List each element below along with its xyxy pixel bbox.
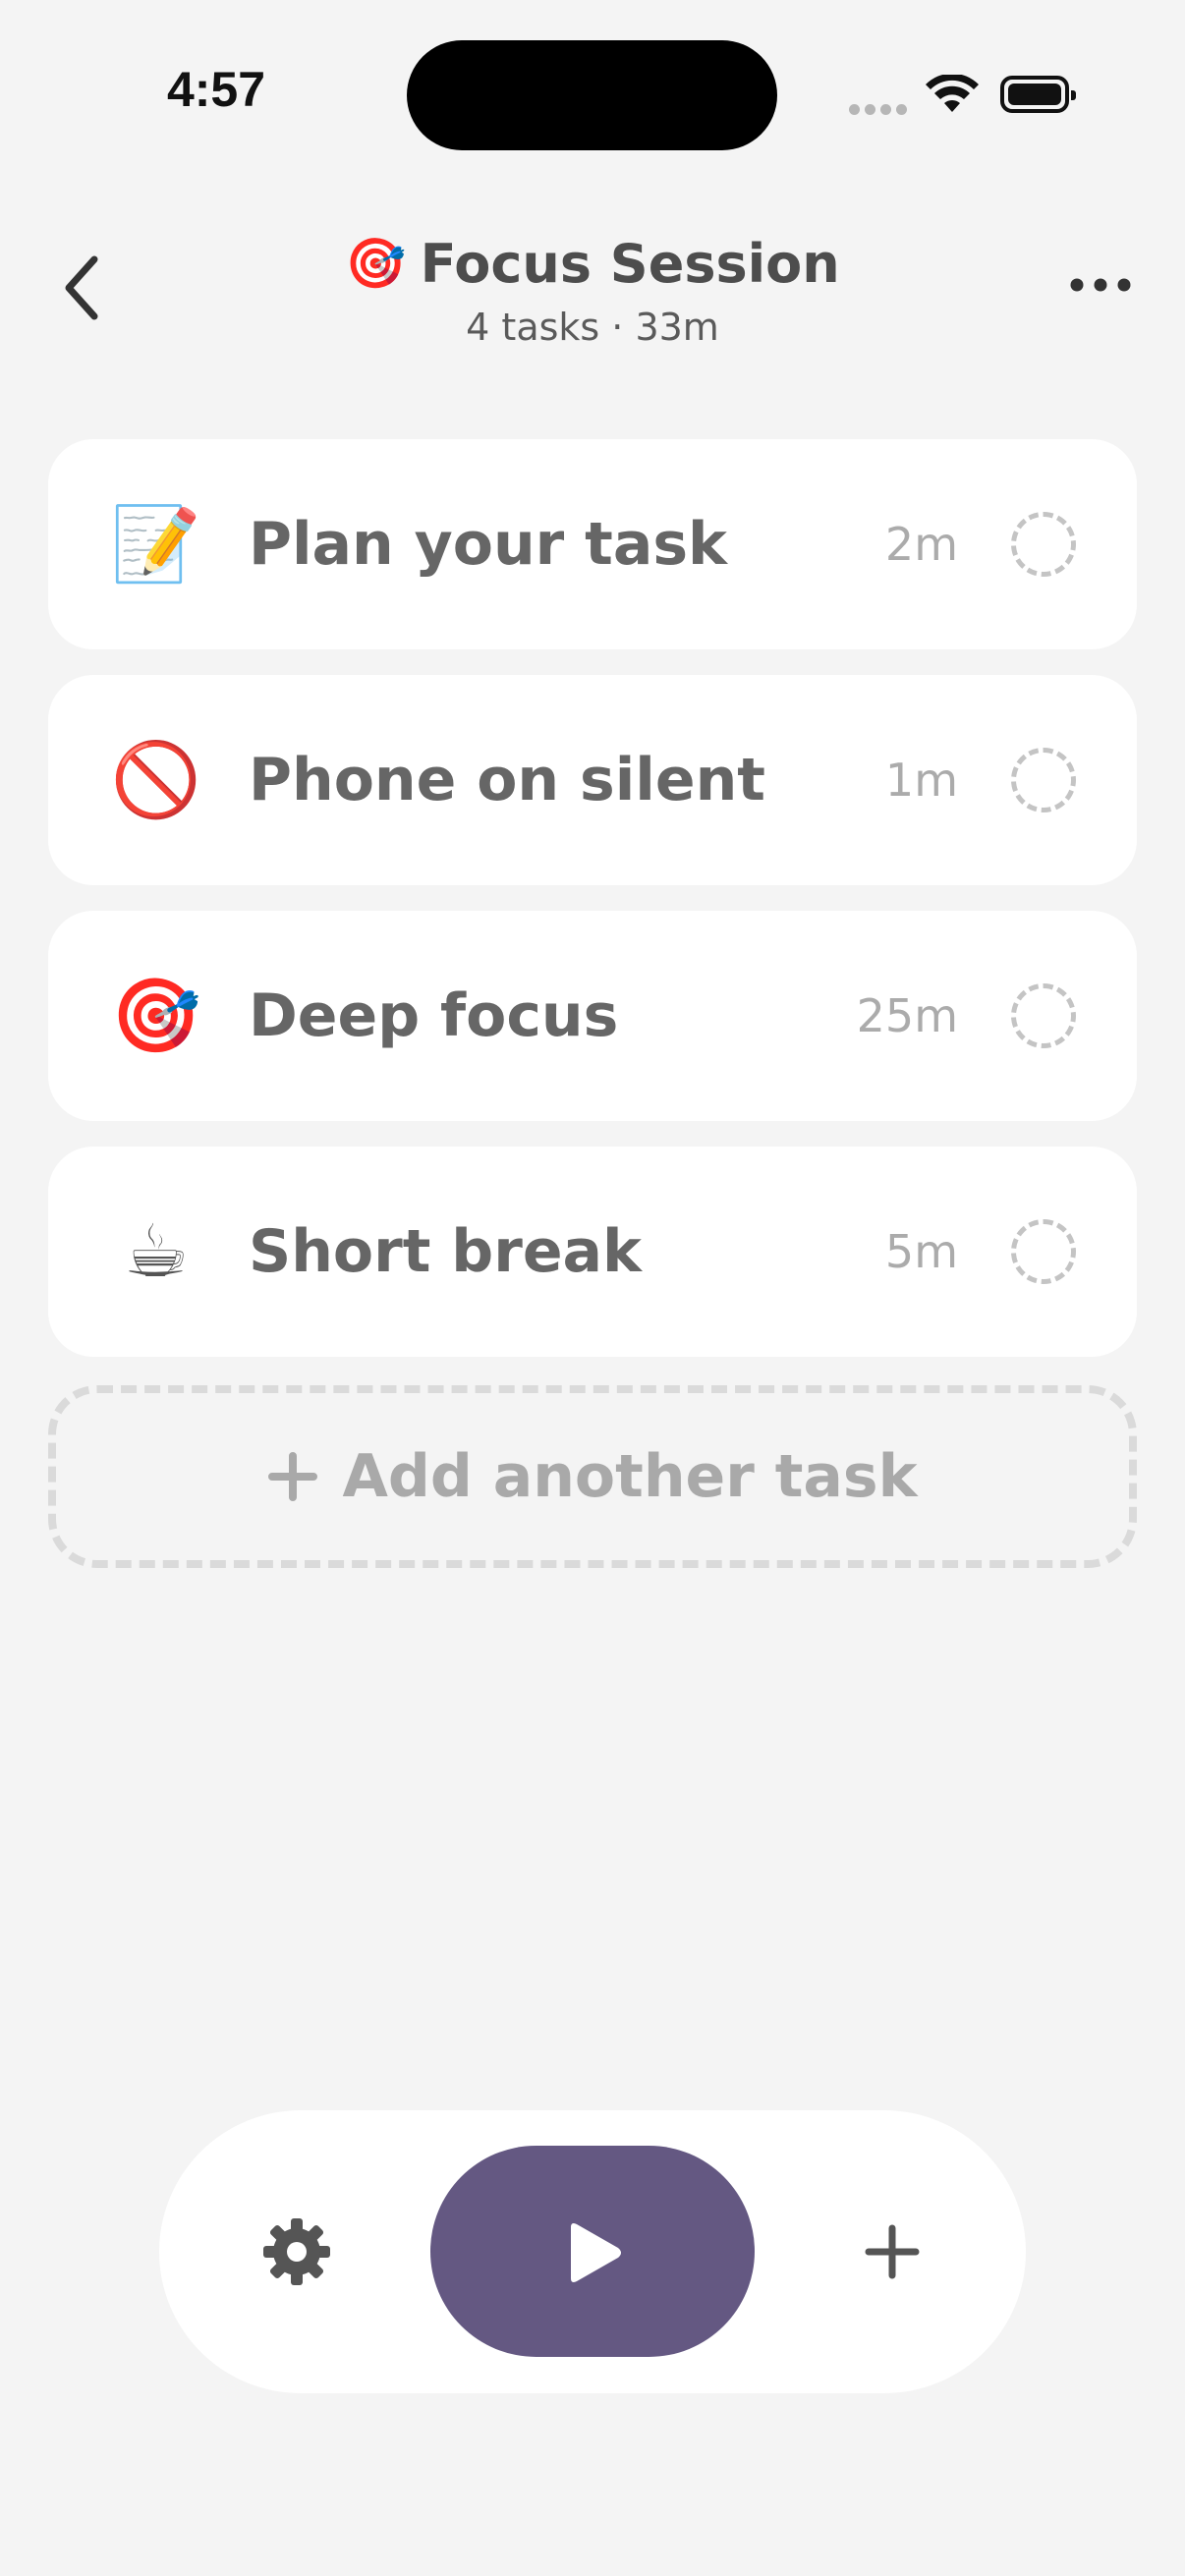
task-duration: 2m: [884, 518, 958, 571]
start-session-button[interactable]: [430, 2146, 755, 2357]
header-title: 🎯 Focus Session: [0, 224, 1185, 303]
ellipsis-icon: [1070, 278, 1131, 292]
task-checkbox[interactable]: [1011, 983, 1076, 1048]
coffee-icon: ☕: [123, 1209, 190, 1294]
task-name: Short break: [249, 1217, 642, 1286]
add-another-task-button[interactable]: Add another task: [48, 1385, 1137, 1568]
prohibited-icon: 🚫: [110, 737, 202, 822]
task-name: Deep focus: [249, 981, 619, 1050]
target-icon: 🎯: [110, 973, 202, 1058]
task-card-phone-on-silent[interactable]: 🚫 Phone on silent 1m: [48, 675, 1137, 885]
settings-button[interactable]: [261, 2216, 332, 2287]
status-time: 4:57: [166, 62, 266, 117]
task-duration: 1m: [884, 754, 958, 807]
task-duration: 25m: [856, 989, 958, 1042]
wifi-icon: [926, 75, 979, 112]
task-checkbox[interactable]: [1011, 512, 1076, 577]
memo-icon: 📝: [110, 501, 202, 587]
page-subtitle: 4 tasks · 33m: [466, 306, 719, 349]
dynamic-island: [407, 40, 777, 150]
plus-icon: [865, 2224, 920, 2279]
task-duration: 5m: [884, 1225, 958, 1278]
task-checkbox[interactable]: [1011, 748, 1076, 812]
page-title: Focus Session: [420, 232, 840, 295]
gear-icon: [263, 2218, 330, 2285]
task-checkbox[interactable]: [1011, 1219, 1076, 1284]
add-button[interactable]: [865, 2224, 920, 2279]
more-options-button[interactable]: [1069, 275, 1132, 295]
task-card-plan-your-task[interactable]: 📝 Plan your task 2m: [48, 439, 1137, 649]
target-icon: 🎯: [345, 234, 407, 292]
battery-icon: [1000, 76, 1076, 113]
task-card-deep-focus[interactable]: 🎯 Deep focus 25m: [48, 911, 1137, 1121]
cellular-signal-icon: [849, 104, 907, 115]
add-task-label: Add another task: [342, 1442, 918, 1511]
task-card-short-break[interactable]: ☕ Short break 5m: [48, 1147, 1137, 1357]
play-icon: [571, 2223, 621, 2282]
task-name: Plan your task: [249, 510, 727, 579]
task-name: Phone on silent: [249, 746, 765, 814]
plus-icon: [267, 1452, 317, 1501]
